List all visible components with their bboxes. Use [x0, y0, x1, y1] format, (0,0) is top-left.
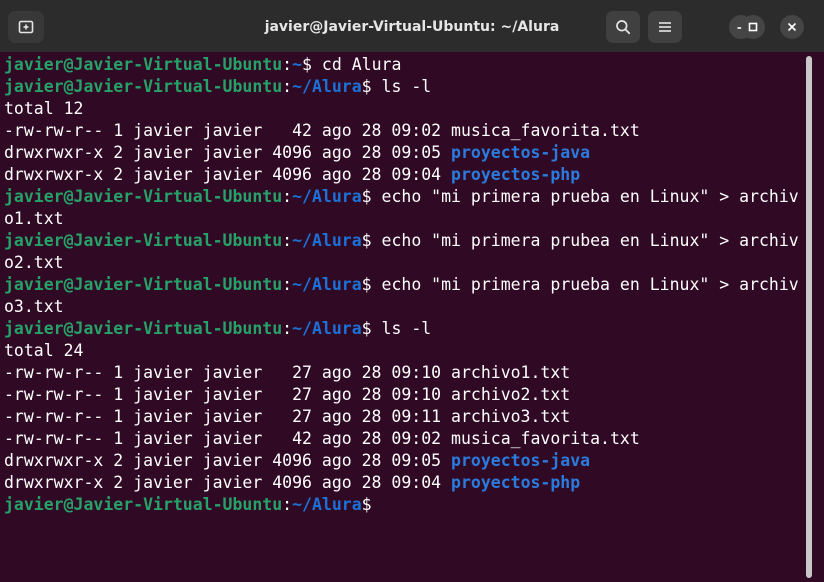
command-text: ls -l: [371, 77, 432, 96]
close-icon: [787, 22, 797, 32]
directory-name: proyectos-java: [451, 451, 591, 470]
new-tab-icon: [18, 20, 34, 34]
output-line: drwxrwxr-x 2 javier javier 4096 ago 28 0…: [4, 472, 580, 494]
prompt-user-host: javier@Javier-Virtual-Ubuntu: [4, 495, 283, 514]
output-line: -rw-rw-r-- 1 javier javier 27 ago 28 09:…: [4, 407, 571, 426]
window-title: javier@Javier-Virtual-Ubuntu: ~/Alura: [264, 19, 560, 35]
terminal-output[interactable]: javier@Javier-Virtual-Ubuntu:~$ cd Alura…: [0, 52, 812, 582]
hamburger-menu-icon: [659, 22, 671, 32]
prompt-user-host: javier@Javier-Virtual-Ubuntu: [4, 319, 283, 338]
terminal-line: javier@Javier-Virtual-Ubuntu:~/Alura$: [4, 495, 372, 514]
terminal-line: javier@Javier-Virtual-Ubuntu:~/Alura$ ls…: [4, 77, 432, 96]
directory-name: proyectos-java: [451, 143, 591, 162]
output-line: o1.txt: [4, 209, 64, 228]
directory-name: proyectos-php: [451, 473, 581, 492]
output-line: total 12: [4, 99, 84, 118]
file-info: drwxrwxr-x 2 javier javier 4096 ago 28 0…: [4, 143, 452, 162]
output-line: -rw-rw-r-- 1 javier javier 27 ago 28 09:…: [4, 363, 571, 382]
command-text: echo "mi primera prubea en Linux" > arch…: [371, 231, 799, 250]
output-line: -rw-rw-r-- 1 javier javier 27 ago 28 09:…: [4, 385, 571, 404]
close-button[interactable]: [780, 15, 804, 39]
prompt-user-host: javier@Javier-Virtual-Ubuntu: [4, 77, 283, 96]
new-tab-button[interactable]: [8, 11, 44, 43]
terminal-window: javier@Javier-Virtual-Ubuntu: ~/Alura ja…: [0, 0, 824, 582]
search-icon: [616, 20, 631, 35]
prompt-path: ~: [292, 55, 303, 74]
prompt-user-host: javier@Javier-Virtual-Ubuntu: [4, 55, 283, 74]
prompt-user-host: javier@Javier-Virtual-Ubuntu: [4, 187, 283, 206]
command-text: echo "mi primera prueba en Linux" > arch…: [371, 187, 799, 206]
scrollbar[interactable]: [806, 56, 812, 578]
terminal-line: javier@Javier-Virtual-Ubuntu:~/Alura$ ls…: [4, 319, 432, 338]
prompt-user-host: javier@Javier-Virtual-Ubuntu: [4, 275, 283, 294]
terminal-line: javier@Javier-Virtual-Ubuntu:~$ cd Alura: [4, 55, 402, 74]
prompt-path: ~/Alura: [292, 275, 362, 294]
file-info: drwxrwxr-x 2 javier javier 4096 ago 28 0…: [4, 165, 452, 184]
command-text: cd Alura: [311, 55, 402, 74]
prompt-path: ~/Alura: [292, 231, 362, 250]
command-text: ls -l: [371, 319, 432, 338]
prompt-path: ~/Alura: [292, 495, 362, 514]
terminal-line: javier@Javier-Virtual-Ubuntu:~/Alura$ ec…: [4, 187, 799, 206]
file-info: drwxrwxr-x 2 javier javier 4096 ago 28 0…: [4, 451, 452, 470]
output-line: -rw-rw-r-- 1 javier javier 42 ago 28 09:…: [4, 429, 640, 448]
maximize-icon: [748, 22, 758, 32]
output-line: drwxrwxr-x 2 javier javier 4096 ago 28 0…: [4, 450, 590, 472]
directory-name: proyectos-php: [451, 165, 581, 184]
prompt-path: ~/Alura: [292, 77, 362, 96]
maximize-button[interactable]: [741, 15, 765, 39]
output-line: drwxrwxr-x 2 javier javier 4096 ago 28 0…: [4, 164, 580, 186]
prompt-user-host: javier@Javier-Virtual-Ubuntu: [4, 231, 283, 250]
prompt-path: ~/Alura: [292, 187, 362, 206]
output-line: o2.txt: [4, 253, 64, 272]
output-line: o3.txt: [4, 297, 64, 316]
output-line: drwxrwxr-x 2 javier javier 4096 ago 28 0…: [4, 142, 590, 164]
title-bar: javier@Javier-Virtual-Ubuntu: ~/Alura: [0, 0, 824, 52]
prompt-path: ~/Alura: [292, 319, 362, 338]
file-info: drwxrwxr-x 2 javier javier 4096 ago 28 0…: [4, 473, 452, 492]
command-text: echo "mi primera prueba en Linux" > arch…: [371, 275, 799, 294]
search-button[interactable]: [606, 11, 640, 43]
terminal-line: javier@Javier-Virtual-Ubuntu:~/Alura$ ec…: [4, 231, 799, 250]
terminal-line: javier@Javier-Virtual-Ubuntu:~/Alura$ ec…: [4, 275, 799, 294]
output-line: total 24: [4, 341, 84, 360]
menu-button[interactable]: [648, 11, 682, 43]
output-line: -rw-rw-r-- 1 javier javier 42 ago 28 09:…: [4, 121, 640, 140]
